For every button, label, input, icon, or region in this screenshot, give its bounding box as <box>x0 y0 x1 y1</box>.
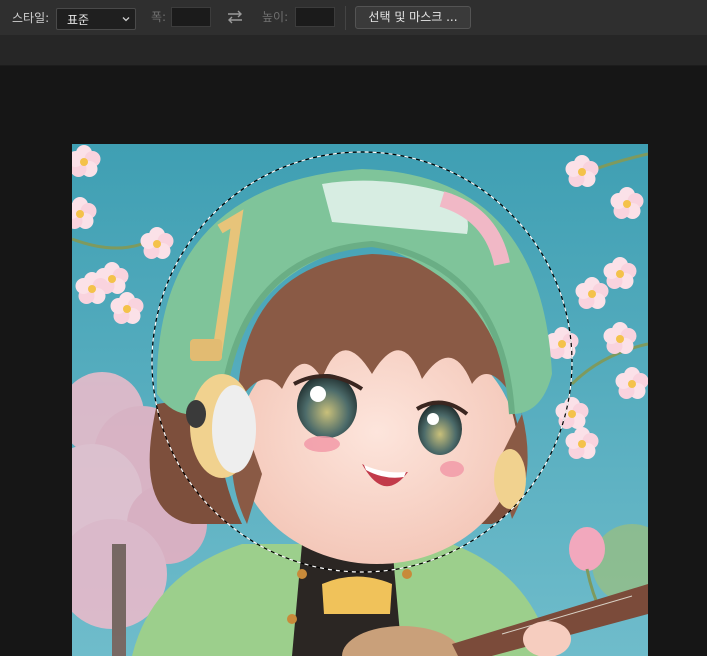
toolbar-divider <box>345 6 346 30</box>
select-and-mask-button[interactable]: 선택 및 마스크 ... <box>355 6 471 29</box>
chevron-down-icon <box>122 17 130 22</box>
height-label: 높이: <box>262 10 289 24</box>
options-bar: 스타일: 표준 폭: 높이: 선택 및 마스크 ... <box>0 0 707 36</box>
style-label: 스타일: <box>12 11 50 25</box>
swap-arrows-icon[interactable] <box>226 9 244 25</box>
document-tab-strip <box>0 36 707 66</box>
height-input[interactable] <box>295 7 335 27</box>
style-dropdown-value: 표준 <box>67 13 90 27</box>
document-canvas[interactable] <box>72 144 648 656</box>
width-label: 폭: <box>151 10 167 24</box>
style-dropdown[interactable]: 표준 <box>56 8 136 30</box>
artwork-image <box>72 144 648 656</box>
width-input[interactable] <box>171 7 211 27</box>
